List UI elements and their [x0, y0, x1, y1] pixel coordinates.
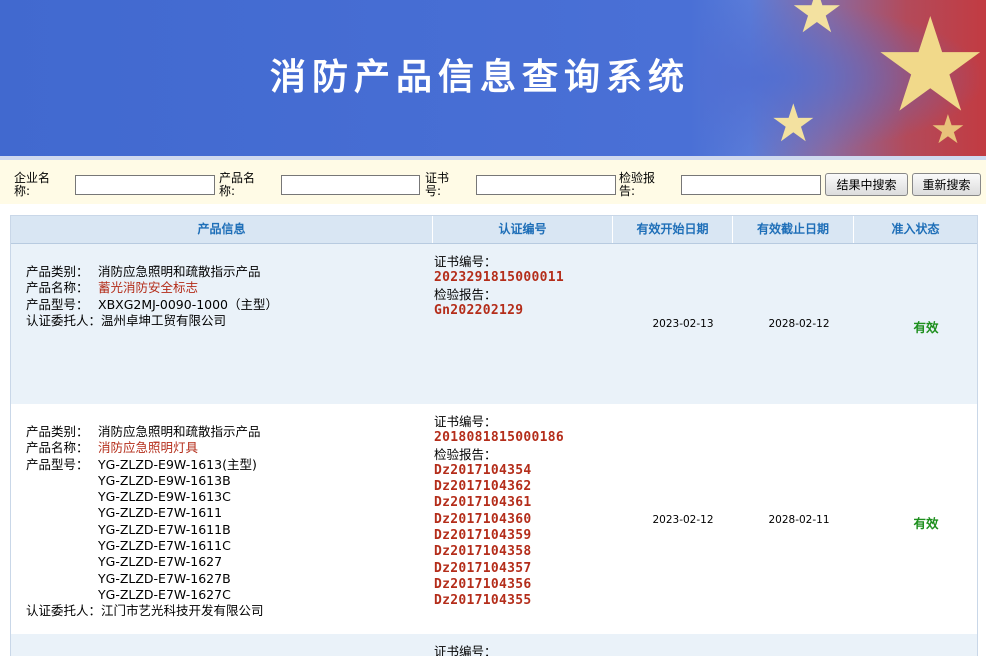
table-row: 证书编号：: [11, 634, 977, 656]
report-label: 检验报告：: [434, 286, 497, 302]
report-number-label: 检验报告:: [619, 171, 656, 198]
product-model: YG-ZLZD-E7W-1627B: [98, 570, 231, 586]
cert-number-label: 证书编号：: [434, 644, 497, 656]
col-header-status: 准入状态: [891, 222, 940, 236]
star-icon: ★: [872, 0, 986, 141]
name-label: 产品名称：: [26, 280, 89, 296]
product-model: YG-ZLZD-E7W-1627C: [98, 586, 231, 602]
model-label: 产品型号：: [26, 456, 89, 472]
star-icon: ★: [930, 107, 966, 153]
client-label: 认证委托人：: [26, 603, 102, 619]
report-number-link[interactable]: Gn202202129: [434, 303, 564, 319]
col-header-product-info: 产品信息: [11, 216, 433, 243]
page-title: 消防产品信息查询系统: [270, 57, 691, 98]
end-date: 2028-02-12: [768, 318, 830, 330]
table-row: 产品类别： 消防应急照明和疏散指示产品 产品名称： 蓄光消防安全标志 产品型号： XB…: [11, 244, 977, 404]
star-icon: ★: [770, 94, 817, 154]
report-number-link[interactable]: Dz2017104357: [434, 561, 564, 577]
report-number-link[interactable]: Dz2017104362: [434, 479, 564, 495]
start-date: 2023-02-13: [652, 318, 714, 330]
product-model: YG-ZLZD-E7W-1611C: [98, 538, 231, 554]
col-header-end-date: 有效截止日期: [733, 216, 854, 243]
model-label: 产品型号：: [26, 296, 89, 312]
product-model: YG-ZLZD-E7W-1611B: [98, 521, 231, 537]
table-row: 产品类别： 消防应急照明和疏散指示产品 产品名称： 消防应急照明灯具 产品型号： Y…: [11, 404, 977, 634]
product-info-cell: 产品类别： 消防应急照明和疏散指示产品 产品名称： 消防应急照明灯具 产品型号： Y…: [26, 424, 264, 620]
cert-number-link[interactable]: 2023291815000011: [434, 270, 564, 286]
col-header-start-date: 有效开始日期: [613, 216, 733, 243]
report-number-link[interactable]: Dz2017104356: [434, 577, 564, 593]
col-header-cert-number: 认证编号: [433, 216, 613, 243]
new-search-button[interactable]: 重新搜索: [912, 173, 981, 196]
client-label: 认证委托人：: [26, 312, 102, 328]
cert-cell: 证书编号： 2023291815000011 检验报告： Gn202202129: [434, 254, 564, 319]
cert-number-label: 证书号:: [425, 171, 450, 198]
company-name-input[interactable]: [75, 175, 215, 195]
product-model: YG-ZLZD-E9W-1613(主型): [98, 456, 257, 472]
cert-cell: 证书编号： 2018081815000186 检验报告： Dz201710435…: [434, 414, 564, 610]
product-info-cell: 产品类别： 消防应急照明和疏散指示产品 产品名称： 蓄光消防安全标志 产品型号： XB…: [26, 264, 278, 329]
product-name-link[interactable]: 蓄光消防安全标志: [98, 280, 198, 295]
product-model: YG-ZLZD-E9W-1613B: [98, 472, 231, 488]
name-label: 产品名称：: [26, 440, 89, 456]
header-banner: ★ ★ ★ ★ 消防产品信息查询系统: [0, 0, 986, 156]
product-category: 消防应急照明和疏散指示产品: [98, 424, 261, 439]
category-label: 产品类别：: [26, 264, 89, 279]
cert-client: 温州卓坤工贸有限公司: [101, 312, 227, 328]
product-name-input[interactable]: [281, 175, 420, 195]
cert-number-link[interactable]: 2018081815000186: [434, 430, 564, 446]
report-number-link[interactable]: Dz2017104359: [434, 528, 564, 544]
product-model: YG-ZLZD-E7W-1611: [98, 505, 223, 521]
product-name-label: 产品名称:: [219, 171, 256, 198]
report-number-link[interactable]: Dz2017104355: [434, 593, 564, 609]
report-number-link[interactable]: Dz2017104358: [434, 544, 564, 560]
cert-number-label: 证书编号：: [434, 254, 497, 269]
cert-client: 江门市艺光科技开发有限公司: [101, 603, 264, 619]
product-model: YG-ZLZD-E7W-1627: [98, 554, 223, 570]
category-label: 产品类别：: [26, 424, 89, 439]
product-model: XBXG2MJ-0090-1000（主型）: [98, 296, 279, 312]
product-model-list: YG-ZLZD-E9W-1613(主型) YG-ZLZD-E9W-1613B Y…: [98, 457, 257, 604]
table-header: 产品信息 认证编号 有效开始日期 有效截止日期 准入状态: [11, 216, 977, 244]
status-badge: 有效: [913, 320, 939, 335]
status-badge: 有效: [913, 516, 939, 531]
report-number-link[interactable]: Dz2017104361: [434, 495, 564, 511]
report-label: 检验报告：: [434, 446, 497, 462]
company-name-label: 企业名称:: [14, 171, 51, 198]
results-table: 产品信息 认证编号 有效开始日期 有效截止日期 准入状态 产品类别： 消防应急照明…: [10, 215, 978, 656]
cert-number-label: 证书编号：: [434, 414, 497, 429]
report-number-input[interactable]: [681, 175, 821, 195]
search-in-results-button[interactable]: 结果中搜索: [825, 173, 908, 196]
report-number-link[interactable]: Dz2017104360: [434, 512, 564, 528]
end-date: 2028-02-11: [768, 514, 830, 526]
star-icon: ★: [790, 0, 844, 47]
product-model: YG-ZLZD-E9W-1613C: [98, 489, 231, 505]
start-date: 2023-02-12: [652, 514, 714, 526]
report-number-link[interactable]: Dz2017104354: [434, 463, 564, 479]
product-name-link[interactable]: 消防应急照明灯具: [98, 440, 198, 455]
cert-cell: 证书编号：: [434, 644, 497, 656]
product-category: 消防应急照明和疏散指示产品: [98, 264, 261, 279]
cert-number-input[interactable]: [476, 175, 616, 195]
